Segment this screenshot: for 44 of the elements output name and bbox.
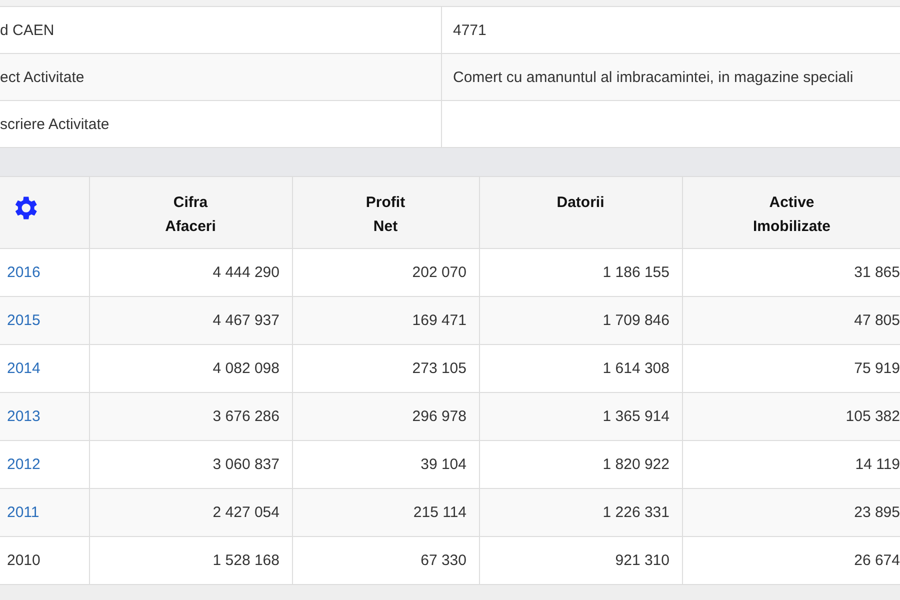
table-cell: 1 528 168 bbox=[89, 536, 292, 584]
info-label-cell: ect Activitate bbox=[0, 54, 442, 101]
table-cell: 3 060 837 bbox=[89, 440, 292, 488]
info-value-cell: Comert cu amanuntul al imbracamintei, in magazine speciali bbox=[442, 54, 900, 101]
table-cell: 921 310 bbox=[479, 536, 682, 584]
table-cell: 1 614 308 bbox=[479, 344, 682, 392]
table-cell: 1 186 155 bbox=[479, 248, 682, 296]
table-cell: 31 865 bbox=[682, 248, 900, 296]
table-cell: 4 444 290 bbox=[89, 248, 292, 296]
column-header: Profit Net bbox=[292, 177, 479, 248]
table-cell: 39 104 bbox=[292, 440, 479, 488]
table-cell: 105 382 bbox=[682, 392, 900, 440]
column-header: Active Imobilizate bbox=[682, 177, 900, 248]
table-cell: 1 226 331 bbox=[479, 488, 682, 536]
table-cell: 169 471 bbox=[292, 296, 479, 344]
table-cell: 202 070 bbox=[292, 248, 479, 296]
table-cell: 273 105 bbox=[292, 344, 479, 392]
table-cell: 296 978 bbox=[292, 392, 479, 440]
table-cell: 1 820 922 bbox=[479, 440, 682, 488]
year-link[interactable]: 2011 bbox=[7, 504, 40, 520]
year-link[interactable]: 2013 bbox=[7, 408, 40, 424]
info-label-cell: scriere Activitate bbox=[0, 101, 442, 148]
table-cell: 3 676 286 bbox=[89, 392, 292, 440]
column-header: Cifra Afaceri bbox=[89, 177, 292, 248]
table-cell: 1 709 846 bbox=[479, 296, 682, 344]
year-link[interactable]: 2012 bbox=[7, 456, 40, 472]
year-label: 2010 bbox=[7, 552, 40, 568]
table-cell: 14 119 bbox=[682, 440, 900, 488]
column-header: Datorii bbox=[479, 177, 682, 248]
table-cell: 215 114 bbox=[292, 488, 479, 536]
year-link[interactable]: 2015 bbox=[7, 312, 40, 328]
table-cell: 75 919 bbox=[682, 344, 900, 392]
info-label-cell: d CAEN bbox=[0, 7, 442, 54]
table-cell: 26 674 bbox=[682, 536, 900, 584]
year-link[interactable]: 2016 bbox=[7, 264, 40, 280]
table-cell: 4 082 098 bbox=[89, 344, 292, 392]
table-cell: 4 467 937 bbox=[89, 296, 292, 344]
table-cell: 47 805 bbox=[682, 296, 900, 344]
year-link[interactable]: 2014 bbox=[7, 360, 40, 376]
info-value-cell: 4771 bbox=[442, 7, 900, 54]
table-cell: 67 330 bbox=[292, 536, 479, 584]
table-cell: 23 895 bbox=[682, 488, 900, 536]
table-cell: 2 427 054 bbox=[89, 488, 292, 536]
table-cell: 1 365 914 bbox=[479, 392, 682, 440]
